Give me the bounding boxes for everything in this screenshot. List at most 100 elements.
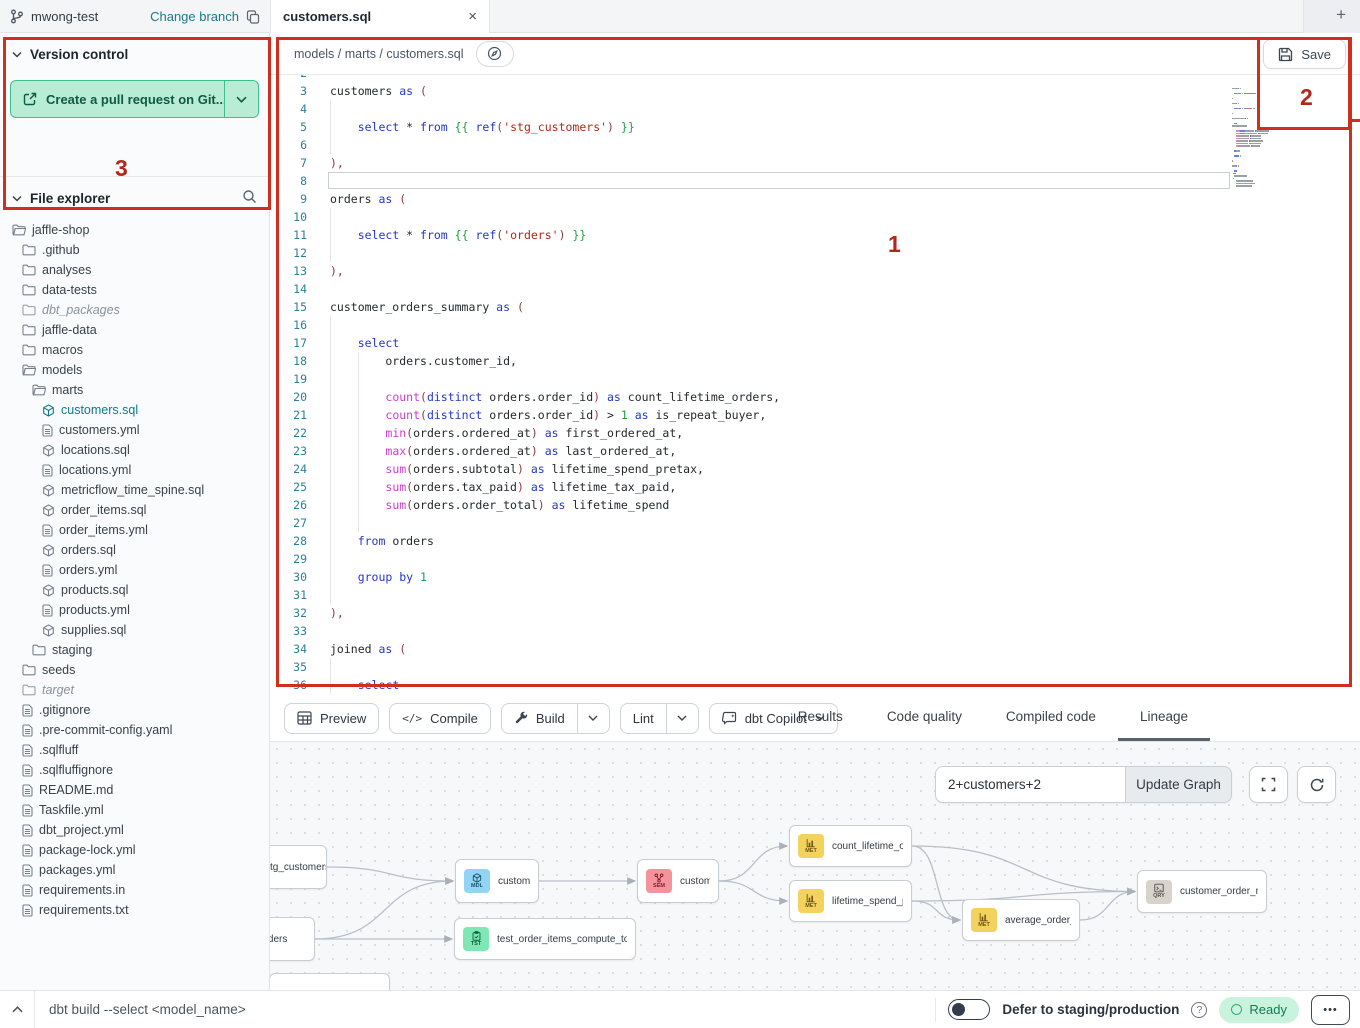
lint-button[interactable]: Lint [621, 704, 666, 733]
tree-item-data-tests[interactable]: data-tests [0, 280, 269, 300]
code-line-2[interactable]: 2 [270, 75, 1360, 82]
copilot-compass-button[interactable] [476, 41, 514, 67]
code-line-19[interactable]: 19 [270, 370, 1360, 388]
lineage-node-stg_customers[interactable]: stg_customers [270, 845, 327, 889]
preview-button[interactable]: Preview [284, 703, 379, 734]
tree-item-products.sql[interactable]: products.sql [0, 580, 269, 600]
command-text[interactable]: dbt build --select <model_name> [49, 1002, 246, 1017]
tree-item-.pre-commit-config.yaml[interactable]: .pre-commit-config.yaml [0, 720, 269, 740]
save-button[interactable]: Save [1263, 39, 1346, 69]
tab-customers-sql[interactable]: customers.sql × [270, 0, 490, 33]
code-line-25[interactable]: 25 sum(orders.tax_paid) as lifetime_tax_… [270, 478, 1360, 496]
defer-toggle[interactable] [948, 999, 990, 1020]
code-line-18[interactable]: 18 orders.customer_id, [270, 352, 1360, 370]
code-line-5[interactable]: 5 select * from {{ ref('stg_customers') … [270, 118, 1360, 136]
version-control-header[interactable]: Version control [0, 33, 269, 68]
code-line-7[interactable]: 7), [270, 154, 1360, 172]
new-tab-button[interactable]: + [1336, 5, 1346, 25]
tree-item-orders.yml[interactable]: orders.yml [0, 560, 269, 580]
build-button[interactable]: Build [502, 704, 577, 733]
copy-icon[interactable] [246, 10, 260, 24]
code-line-15[interactable]: 15customer_orders_summary as ( [270, 298, 1360, 316]
lineage-node-average_order_value[interactable]: METaverage_order_value [962, 899, 1080, 941]
tree-item-customers.yml[interactable]: customers.yml [0, 420, 269, 440]
code-line-4[interactable]: 4 [270, 100, 1360, 118]
lineage-node-lifetime_spend_pretax[interactable]: METlifetime_spend_pretax [789, 880, 912, 922]
tree-item-.gitignore[interactable]: .gitignore [0, 700, 269, 720]
tree-item-.sqlfluff[interactable]: .sqlfluff [0, 740, 269, 760]
tree-item-package-lock.yml[interactable]: package-lock.yml [0, 840, 269, 860]
lineage-node-orders[interactable]: orders [270, 917, 315, 961]
tree-item-order_items.sql[interactable]: order_items.sql [0, 500, 269, 520]
code-line-27[interactable]: 27 [270, 514, 1360, 532]
collapse-panel-button[interactable] [0, 1006, 34, 1013]
code-line-32[interactable]: 32), [270, 604, 1360, 622]
refresh-button[interactable] [1297, 766, 1336, 803]
code-line-12[interactable]: 12 [270, 244, 1360, 262]
code-line-8[interactable]: 8 [270, 172, 1360, 190]
code-line-24[interactable]: 24 sum(orders.subtotal) as lifetime_spen… [270, 460, 1360, 478]
code-line-20[interactable]: 20 count(distinct orders.order_id) as co… [270, 388, 1360, 406]
file-explorer-header[interactable]: File explorer [0, 177, 269, 212]
create-pr-dropdown[interactable] [224, 81, 258, 117]
lineage-node-customer_order_metrics[interactable]: QRYcustomer_order_metrics [1137, 870, 1267, 913]
tree-item-requirements.in[interactable]: requirements.in [0, 880, 269, 900]
tree-item-metricflow_time_spine.sql[interactable]: metricflow_time_spine.sql [0, 480, 269, 500]
code-line-35[interactable]: 35 [270, 658, 1360, 676]
code-line-23[interactable]: 23 max(orders.ordered_at) as last_ordere… [270, 442, 1360, 460]
lineage-node-customers_model[interactable]: MDLcustomers [455, 859, 539, 903]
code-line-17[interactable]: 17 select [270, 334, 1360, 352]
tree-item-seeds[interactable]: seeds [0, 660, 269, 680]
tree-item-products.yml[interactable]: products.yml [0, 600, 269, 620]
code-line-6[interactable]: 6 [270, 136, 1360, 154]
code-line-31[interactable]: 31 [270, 586, 1360, 604]
code-line-22[interactable]: 22 min(orders.ordered_at) as first_order… [270, 424, 1360, 442]
minimap[interactable] [1232, 85, 1324, 187]
code-line-34[interactable]: 34joined as ( [270, 640, 1360, 658]
code-line-11[interactable]: 11 select * from {{ ref('orders') }} [270, 226, 1360, 244]
code-line-21[interactable]: 21 count(distinct orders.order_id) > 1 a… [270, 406, 1360, 424]
change-branch-link[interactable]: Change branch [150, 9, 239, 24]
code-line-26[interactable]: 26 sum(orders.order_total) as lifetime_s… [270, 496, 1360, 514]
code-line-16[interactable]: 16 [270, 316, 1360, 334]
tree-item-requirements.txt[interactable]: requirements.txt [0, 900, 269, 920]
search-icon[interactable] [242, 189, 257, 204]
tab-compiled-code[interactable]: Compiled code [984, 695, 1118, 741]
update-graph-button[interactable]: Update Graph [1125, 766, 1232, 803]
lineage-selector-input[interactable] [935, 766, 1125, 803]
tree-item-README.md[interactable]: README.md [0, 780, 269, 800]
tab-close-icon[interactable]: × [468, 9, 477, 24]
tab-results[interactable]: Results [776, 695, 865, 741]
code-line-10[interactable]: 10 [270, 208, 1360, 226]
tree-item-locations.yml[interactable]: locations.yml [0, 460, 269, 480]
tree-item-.github[interactable]: .github [0, 240, 269, 260]
tree-item-jaffle-shop[interactable]: jaffle-shop [0, 220, 269, 240]
tab-code-quality[interactable]: Code quality [865, 695, 984, 741]
code-line-13[interactable]: 13), [270, 262, 1360, 280]
tree-item-models[interactable]: models [0, 360, 269, 380]
tree-item-customers.sql[interactable]: customers.sql [0, 400, 269, 420]
lineage-node-test_order_items[interactable]: TSTtest_order_items_compute_to_bools... [454, 918, 636, 960]
tree-item-Taskfile.yml[interactable]: Taskfile.yml [0, 800, 269, 820]
create-pull-request-button[interactable]: Create a pull request on Git... [10, 80, 259, 118]
code-line-33[interactable]: 33 [270, 622, 1360, 640]
code-line-3[interactable]: 3customers as ( [270, 82, 1360, 100]
tab-lineage[interactable]: Lineage [1118, 695, 1210, 741]
code-line-36[interactable]: 36 select [270, 676, 1360, 694]
tree-item-analyses[interactable]: analyses [0, 260, 269, 280]
code-line-28[interactable]: 28 from orders [270, 532, 1360, 550]
tree-item-supplies.sql[interactable]: supplies.sql [0, 620, 269, 640]
tree-item-dbt_project.yml[interactable]: dbt_project.yml [0, 820, 269, 840]
tree-item-jaffle-data[interactable]: jaffle-data [0, 320, 269, 340]
tree-item-marts[interactable]: marts [0, 380, 269, 400]
tree-item-packages.yml[interactable]: packages.yml [0, 860, 269, 880]
help-icon[interactable]: ? [1191, 1002, 1207, 1018]
code-line-30[interactable]: 30 group by 1 [270, 568, 1360, 586]
tree-item-.sqlfluffignore[interactable]: .sqlfluffignore [0, 760, 269, 780]
fullscreen-button[interactable] [1249, 766, 1288, 803]
build-dropdown[interactable] [577, 704, 609, 733]
tree-item-order_items.yml[interactable]: order_items.yml [0, 520, 269, 540]
tree-item-macros[interactable]: macros [0, 340, 269, 360]
tree-item-target[interactable]: target [0, 680, 269, 700]
lineage-node-count_lifetime_orders[interactable]: METcount_lifetime_orders [789, 825, 912, 867]
